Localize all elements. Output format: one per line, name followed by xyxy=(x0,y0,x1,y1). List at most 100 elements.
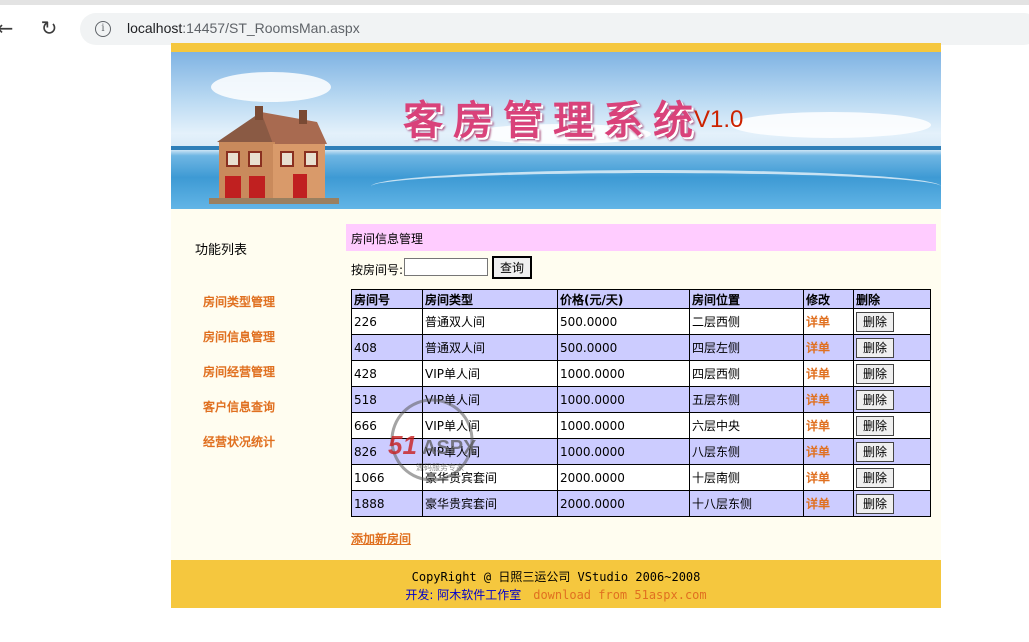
column-header: 修改 xyxy=(803,289,854,309)
delete-button[interactable]: 删除 xyxy=(856,363,894,384)
delete-cell: 删除 xyxy=(853,464,931,491)
table-row: 1888 豪华贵宾套间 2000.0000 十八层东侧 详单 删除 xyxy=(351,490,931,517)
sidebar-item-room-info[interactable]: 房间信息管理 xyxy=(203,328,275,363)
detail-link[interactable]: 详单 xyxy=(806,471,830,485)
location-cell: 十八层东侧 xyxy=(689,490,804,517)
room-type-cell: VIP单人间 xyxy=(422,438,558,465)
reload-icon[interactable]: ↻ xyxy=(36,15,62,41)
location-cell: 六层中央 xyxy=(689,412,804,439)
table-row: 518 VIP单人间 1000.0000 五层东侧 详单 删除 xyxy=(351,386,931,413)
system-title: 客房管理系统 xyxy=(403,97,703,144)
detail-link[interactable]: 详单 xyxy=(806,445,830,459)
table-header-row: 房间号 房间类型 价格(元/天) 房间位置 修改 删除 xyxy=(351,289,931,309)
cloud-decoration xyxy=(211,72,331,102)
detail-link[interactable]: 详单 xyxy=(806,419,830,433)
delete-button[interactable]: 删除 xyxy=(856,441,894,462)
room-type-cell: 普通双人间 xyxy=(422,334,558,361)
price-cell: 1000.0000 xyxy=(557,386,690,413)
detail-link[interactable]: 详单 xyxy=(806,315,830,329)
price-cell: 1000.0000 xyxy=(557,412,690,439)
sidebar-item-room-type[interactable]: 房间类型管理 xyxy=(203,293,275,328)
url-path: :14457/ST_RoomsMan.aspx xyxy=(182,20,360,36)
table-row: 408 普通双人间 500.0000 四层左侧 详单 删除 xyxy=(351,334,931,361)
detail-link-cell: 详单 xyxy=(803,308,854,335)
delete-cell: 删除 xyxy=(853,308,931,335)
column-header: 房间位置 xyxy=(689,289,804,309)
location-cell: 五层东侧 xyxy=(689,386,804,413)
room-number-input[interactable] xyxy=(404,258,488,276)
sidebar-item-customer-query[interactable]: 客户信息查询 xyxy=(203,398,275,433)
detail-link-cell: 详单 xyxy=(803,386,854,413)
delete-button[interactable]: 删除 xyxy=(856,467,894,488)
header-banner: 客房管理系统 V1.0 xyxy=(171,52,941,209)
column-header: 房间类型 xyxy=(422,289,558,309)
table-row: 1066 豪华贵宾套间 2000.0000 十层南侧 详单 删除 xyxy=(351,464,931,491)
location-cell: 十层南侧 xyxy=(689,464,804,491)
delete-button[interactable]: 删除 xyxy=(856,415,894,436)
column-header: 删除 xyxy=(853,289,931,309)
top-gold-bar xyxy=(171,43,941,52)
detail-link[interactable]: 详单 xyxy=(806,393,830,407)
room-number-cell: 826 xyxy=(351,438,423,465)
detail-link[interactable]: 详单 xyxy=(806,367,830,381)
copyright-text: CopyRight @ 日照三运公司 VStudio 2006~2008 xyxy=(411,570,701,584)
price-cell: 1000.0000 xyxy=(557,438,690,465)
add-room-link[interactable]: 添加新房间 xyxy=(351,530,411,547)
delete-cell: 删除 xyxy=(853,334,931,361)
delete-button[interactable]: 删除 xyxy=(856,337,894,358)
room-type-cell: 豪华贵宾套间 xyxy=(422,464,558,491)
location-cell: 二层西侧 xyxy=(689,308,804,335)
delete-cell: 删除 xyxy=(853,360,931,387)
delete-button[interactable]: 删除 xyxy=(856,311,894,332)
section-title: 房间信息管理 xyxy=(351,232,424,246)
function-list-heading: 功能列表 xyxy=(195,243,248,258)
room-type-cell: 普通双人间 xyxy=(422,308,558,335)
detail-link-cell: 详单 xyxy=(803,412,854,439)
location-cell: 四层左侧 xyxy=(689,334,804,361)
cloud-decoration xyxy=(731,112,931,138)
wave-decoration xyxy=(371,170,941,203)
price-cell: 1000.0000 xyxy=(557,360,690,387)
price-cell: 2000.0000 xyxy=(557,490,690,517)
footer: CopyRight @ 日照三运公司 VStudio 2006~2008 开发:… xyxy=(171,560,941,608)
rooms-table: 房间号 房间类型 价格(元/天) 房间位置 修改 删除 226 普通双人间 50… xyxy=(351,289,931,517)
table-row: 428 VIP单人间 1000.0000 四层西侧 详单 删除 xyxy=(351,360,931,387)
section-header: 房间信息管理 xyxy=(346,224,936,251)
url-text[interactable]: localhost:14457/ST_RoomsMan.aspx xyxy=(127,20,360,36)
room-number-cell: 226 xyxy=(351,308,423,335)
location-cell: 四层西侧 xyxy=(689,360,804,387)
sidebar-menu: 房间类型管理 房间信息管理 房间经营管理 客户信息查询 经营状况统计 xyxy=(203,293,275,468)
back-arrow-icon[interactable]: ← xyxy=(0,15,18,41)
room-type-cell: VIP单人间 xyxy=(422,386,558,413)
page-container: 客房管理系统 V1.0 功能列表 房间类型管理 房间信息管理 房间经营管理 客户… xyxy=(171,43,941,608)
location-cell: 八层东侧 xyxy=(689,438,804,465)
price-cell: 500.0000 xyxy=(557,308,690,335)
room-number-cell: 1066 xyxy=(351,464,423,491)
url-host: localhost xyxy=(127,20,183,36)
site-info-icon[interactable]: i xyxy=(95,21,111,37)
sidebar-item-business-stats[interactable]: 经营状况统计 xyxy=(203,433,275,468)
detail-link-cell: 详单 xyxy=(803,464,854,491)
column-header: 房间号 xyxy=(351,289,423,309)
delete-button[interactable]: 删除 xyxy=(856,389,894,410)
download-text: download from 51aspx.com xyxy=(533,588,707,602)
room-number-cell: 408 xyxy=(351,334,423,361)
table-row: 666 VIP单人间 1000.0000 六层中央 详单 删除 xyxy=(351,412,931,439)
delete-cell: 删除 xyxy=(853,386,931,413)
detail-link-cell: 详单 xyxy=(803,360,854,387)
delete-cell: 删除 xyxy=(853,490,931,517)
price-cell: 2000.0000 xyxy=(557,464,690,491)
room-type-cell: VIP单人间 xyxy=(422,360,558,387)
detail-link[interactable]: 详单 xyxy=(806,497,830,511)
room-type-cell: VIP单人间 xyxy=(422,412,558,439)
detail-link-cell: 详单 xyxy=(803,334,854,361)
developer-text: 开发: 阿木软件工作室 xyxy=(405,588,522,602)
detail-link[interactable]: 详单 xyxy=(806,341,830,355)
search-label: 按房间号: xyxy=(351,263,404,277)
room-number-cell: 666 xyxy=(351,412,423,439)
detail-link-cell: 详单 xyxy=(803,490,854,517)
table-row: 226 普通双人间 500.0000 二层西侧 详单 删除 xyxy=(351,308,931,335)
delete-button[interactable]: 删除 xyxy=(856,493,894,514)
search-button[interactable]: 查询 xyxy=(492,256,532,279)
sidebar-item-room-operation[interactable]: 房间经营管理 xyxy=(203,363,275,398)
